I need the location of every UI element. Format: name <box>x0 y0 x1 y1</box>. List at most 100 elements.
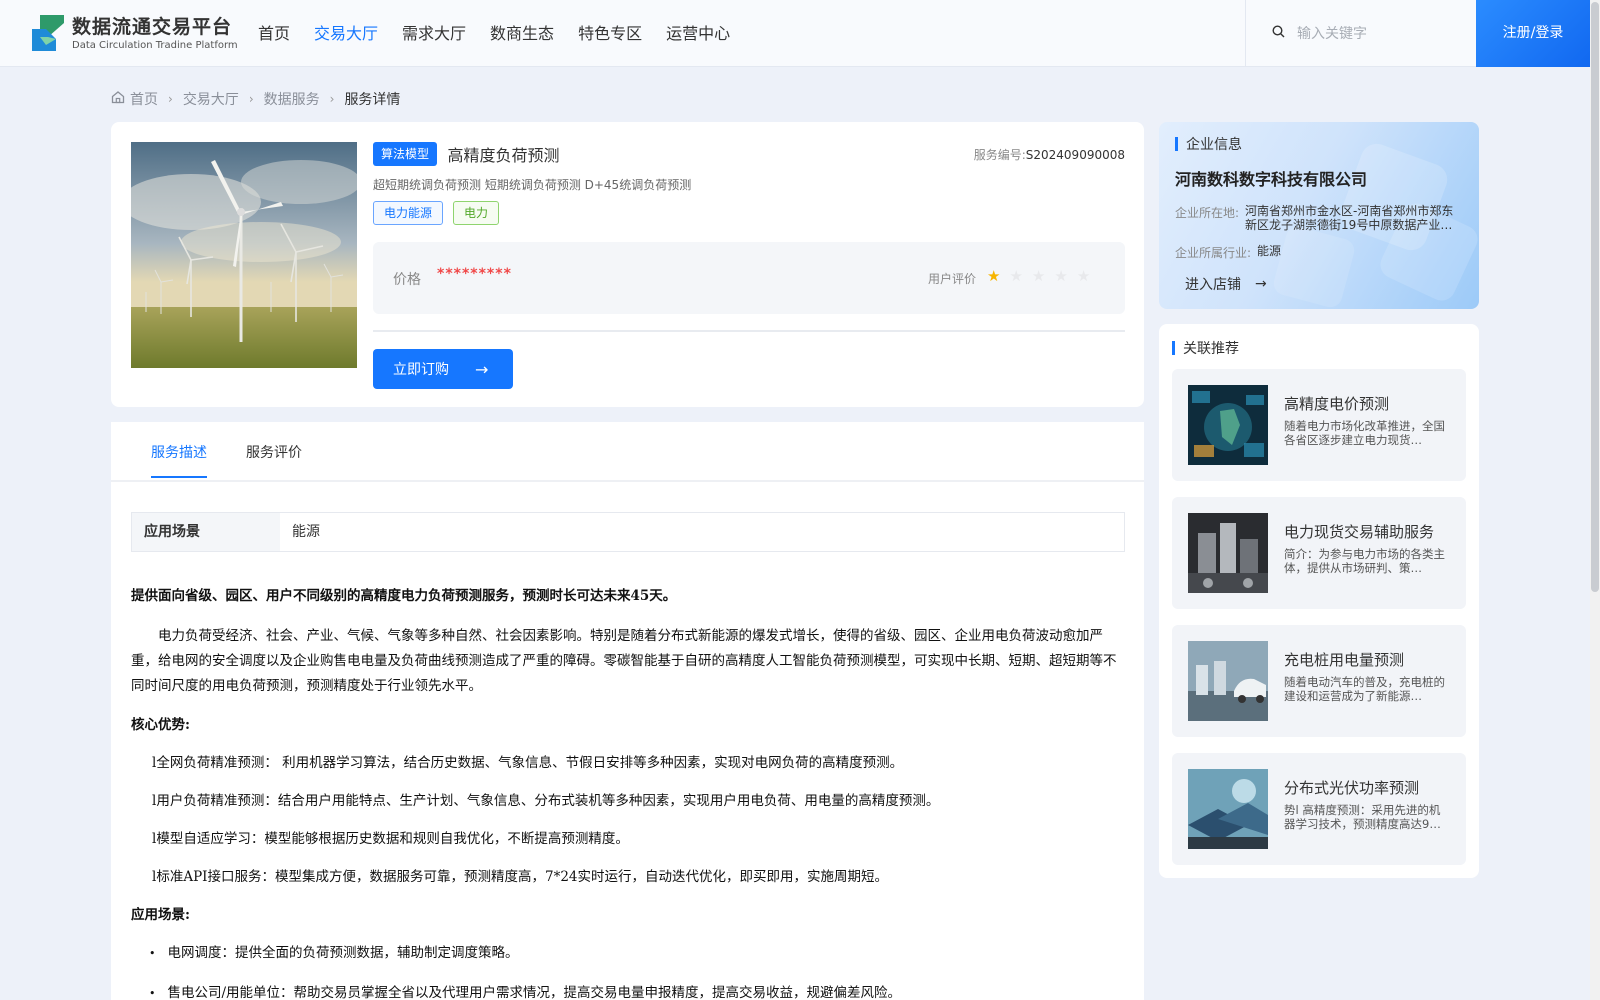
star-icon-empty: ★ <box>1054 267 1068 285</box>
tab-service-description[interactable]: 服务描述 <box>151 442 207 478</box>
recommendation-item[interactable]: 分布式光伏功率预测 势l 高精度预测：采用先进的机器学习技术，预测精度高达9… <box>1172 753 1466 865</box>
star-icon-empty: ★ <box>1009 267 1023 285</box>
breadcrumb: 首页 › 交易大厅 › 数据服务 › 服务详情 <box>111 89 400 109</box>
enter-shop-button[interactable]: 进入店铺 → <box>1185 274 1267 294</box>
star-icon-filled: ★ <box>987 267 1001 285</box>
company-industry-row: 企业所属行业: 能源 <box>1175 244 1469 261</box>
recommendation-thumbnail <box>1188 769 1268 849</box>
page-scrollbar[interactable] <box>1590 0 1600 1000</box>
recommendation-thumbnail <box>1188 385 1268 465</box>
nav-special-zone[interactable]: 特色专区 <box>578 0 642 67</box>
company-location-row: 企业所在地: 河南省郑州市金水区-河南省郑州市郑东新区龙子湖崇德街19号中原数据… <box>1175 204 1457 232</box>
article-paragraph: 电力负荷受经济、社会、产业、气候、气象等多种自然、社会因素影响。特别是随着分布式… <box>131 628 1117 694</box>
search-icon[interactable] <box>1272 25 1285 42</box>
star-icon-empty: ★ <box>1031 267 1046 285</box>
nav-ecosystem[interactable]: 数商生态 <box>490 0 554 67</box>
company-name[interactable]: 河南数科数字科技有限公司 <box>1175 166 1367 190</box>
price-label: 价格 <box>393 272 421 288</box>
company-location-label: 企业所在地: <box>1175 206 1240 220</box>
divider <box>373 330 1125 332</box>
breadcrumb-current: 服务详情 <box>344 92 401 108</box>
enter-shop-label: 进入店铺 <box>1185 277 1241 293</box>
recommendation-thumbnail <box>1188 641 1268 721</box>
tag-power-energy[interactable]: 电力能源 <box>373 201 444 225</box>
logo-subtitle: Data Circulation Tradine Platform <box>72 39 238 51</box>
rating-label: 用户评价 <box>928 272 977 286</box>
detail-content-card: 服务描述 服务评价 应用场景 能源 提供面向省级、园区、用户不同级别的高精度电力… <box>111 422 1144 1000</box>
tag-list: 电力能源 电力 <box>373 201 1125 225</box>
search-box <box>1245 0 1475 67</box>
nav-trading-hall[interactable]: 交易大厅 <box>314 0 378 67</box>
article-lead: 提供面向省级、园区、用户不同级别的高精度电力负荷预测服务，预测时长可达未来45天… <box>131 588 677 604</box>
recommendation-desc: 势l 高精度预测：采用先进的机器学习技术，预测精度高达9… <box>1284 803 1441 831</box>
service-code-label: 服务编号: <box>973 148 1026 162</box>
login-register-button[interactable]: 注册/登录 <box>1476 0 1590 67</box>
arrow-right-icon: → <box>475 359 489 379</box>
star-rating: ★ ★ ★ ★ ★ <box>987 267 1099 285</box>
arrow-right-icon: → <box>1255 276 1267 292</box>
recommendation-thumbnail <box>1188 513 1268 593</box>
recommendation-title: 电力现货交易辅助服务 <box>1284 523 1435 541</box>
recommendation-title: 充电桩用电量预测 <box>1284 651 1405 669</box>
platform-logo[interactable]: 数据流通交易平台 Data Circulation Tradine Platfo… <box>30 13 238 53</box>
advantages-title: 核心优势: <box>131 717 190 733</box>
service-article: 提供面向省级、园区、用户不同级别的高精度电力负荷预测服务，预测时长可达未来45天… <box>131 584 1125 1000</box>
company-section-title: 企业信息 <box>1175 134 1242 154</box>
service-code: 服务编号:S202409090008 <box>974 146 1125 163</box>
scene-header: 应用场景 <box>132 513 280 551</box>
breadcrumb-home[interactable]: 首页 <box>130 89 158 109</box>
tab-service-review[interactable]: 服务评价 <box>246 442 302 476</box>
recommendation-desc: 简介：为参与电力市场的各类主体，提供从市场研判、策… <box>1284 547 1445 575</box>
price-box: 价格 ********* 用户评价 ★ ★ ★ ★ ★ <box>373 242 1125 314</box>
recommendation-desc: 随着电力市场化改革推进，全国各省区逐步建立电力现货… <box>1284 419 1445 447</box>
recommendation-item[interactable]: 高精度电价预测 随着电力市场化改革推进，全国各省区逐步建立电力现货… <box>1172 369 1466 481</box>
recommendation-title: 分布式光伏功率预测 <box>1284 779 1420 797</box>
scene-value: 能源 <box>292 524 320 540</box>
advantage-item: l全网负荷精准预测： 利用机器学习算法，结合历史数据、气象信息、节假日安排等多种… <box>152 755 904 771</box>
company-card: 企业信息 河南数科数字科技有限公司 企业所在地: 河南省郑州市金水区-河南省郑州… <box>1159 122 1479 309</box>
recommendation-title: 高精度电价预测 <box>1284 395 1390 413</box>
breadcrumb-data-service[interactable]: 数据服务 <box>264 89 320 109</box>
buy-now-label: 立即订购 <box>393 362 449 378</box>
product-image-wind-turbines <box>131 142 357 368</box>
price-value: ********* <box>437 266 512 282</box>
main-nav: 首页 交易大厅 需求大厅 数商生态 特色专区 运营中心 <box>258 0 754 67</box>
recommendations-title: 关联推荐 <box>1172 338 1239 358</box>
logo-title: 数据流通交易平台 <box>72 15 233 38</box>
tag-power[interactable]: 电力 <box>453 201 500 225</box>
scrollbar-thumb[interactable] <box>1591 2 1599 592</box>
product-title: 高精度负荷预测 <box>447 146 560 165</box>
chevron-right-icon: › <box>248 92 254 106</box>
buy-now-button[interactable]: 立即订购 → <box>373 349 513 389</box>
recommendations-card: 关联推荐 高精度电价预测 随着电力市场化改革推进，全国各省区逐步建立电力现货… … <box>1159 324 1479 878</box>
product-description: 超短期统调负荷预测 短期统调负荷预测 D+45统调负荷预测 <box>373 178 692 192</box>
breadcrumb-trading-hall[interactable]: 交易大厅 <box>183 89 239 109</box>
advantage-item: l模型自适应学习：模型能够根据历史数据和规则自我优化，不断提高预测精度。 <box>152 831 629 847</box>
home-icon[interactable] <box>111 90 125 108</box>
scenes-title: 应用场景: <box>131 907 190 923</box>
nav-operation-center[interactable]: 运营中心 <box>666 0 730 67</box>
chevron-right-icon: › <box>329 92 335 106</box>
logo-mark-icon <box>30 13 66 53</box>
recommendation-item[interactable]: 电力现货交易辅助服务 简介：为参与电力市场的各类主体，提供从市场研判、策… <box>1172 497 1466 609</box>
nav-demand-hall[interactable]: 需求大厅 <box>402 0 466 67</box>
category-badge: 算法模型 <box>373 142 438 166</box>
search-input[interactable] <box>1297 25 1467 42</box>
top-header: 数据流通交易平台 Data Circulation Tradine Platfo… <box>0 0 1590 67</box>
nav-home[interactable]: 首页 <box>258 0 290 67</box>
service-code-value: S202409090008 <box>1025 148 1125 162</box>
company-location-value: 河南省郑州市金水区-河南省郑州市郑东新区龙子湖崇德街19号中原数据产业… <box>1245 204 1454 232</box>
company-industry-value: 能源 <box>1257 244 1282 258</box>
detail-tabs: 服务描述 服务评价 <box>111 422 1144 482</box>
advantage-item: l用户负荷精准预测：结合用户用能特点、生产计划、气象信息、分布式装机等多种因素，… <box>152 793 940 809</box>
scene-table: 应用场景 能源 <box>131 512 1125 552</box>
product-card: 算法模型 高精度负荷预测 服务编号:S202409090008 超短期统调负荷预… <box>111 122 1144 407</box>
chevron-right-icon: › <box>168 92 173 106</box>
recommendation-item[interactable]: 充电桩用电量预测 随着电动汽车的普及，充电桩的建设和运营成为了新能源… <box>1172 625 1466 737</box>
scene-item: 电网调度：提供全面的负荷预测数据，辅助制定调度策略。 <box>149 941 1125 961</box>
scene-item: 售电公司/用能单位：帮助交易员掌握全省以及代理用户需求情况，提高交易电量申报精度… <box>149 981 1125 1000</box>
recommendation-desc: 随着电动汽车的普及，充电桩的建设和运营成为了新能源… <box>1284 675 1445 703</box>
advantage-item: l标准API接口服务：模型集成方便，数据服务可靠，预测精度高，7*24实时运行，… <box>152 869 888 885</box>
star-icon-empty: ★ <box>1076 267 1091 285</box>
company-industry-label: 企业所属行业: <box>1175 246 1252 260</box>
